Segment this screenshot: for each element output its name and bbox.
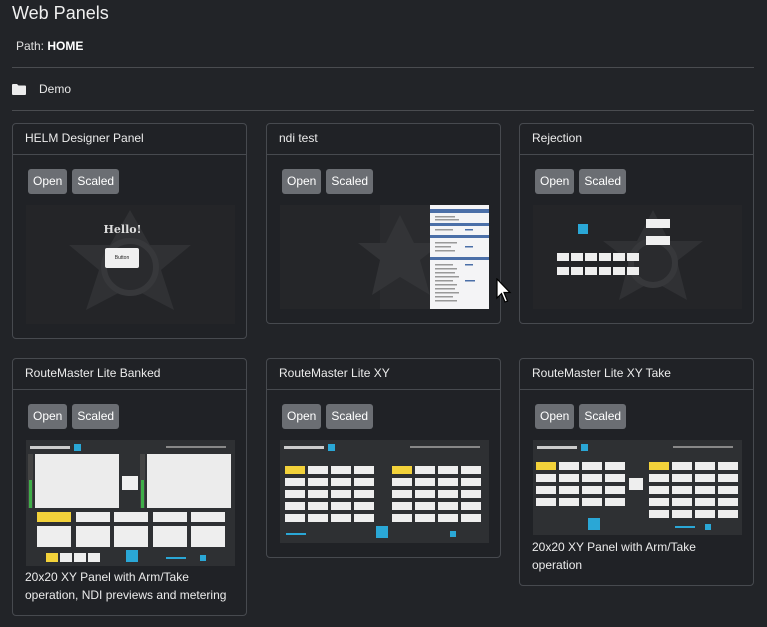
folder-demo[interactable]: Demo: [12, 80, 71, 98]
open-button[interactable]: Open: [28, 169, 68, 194]
open-button[interactable]: Open: [28, 404, 68, 429]
scaled-button[interactable]: Scaled: [579, 404, 627, 429]
open-button[interactable]: Open: [282, 404, 322, 429]
panel-title: RouteMaster Lite Banked: [13, 359, 246, 390]
panel-preview[interactable]: [280, 205, 489, 309]
panel-title: RouteMaster Lite XY: [267, 359, 500, 390]
panel-preview[interactable]: [533, 205, 742, 309]
ndi-properties-preview-icon: [280, 205, 489, 309]
folder-icon: [12, 84, 26, 95]
open-button[interactable]: Open: [535, 169, 575, 194]
preview-heading: Hello!: [103, 223, 142, 236]
panel-card: ndi test Open Scaled: [266, 123, 501, 324]
mouse-cursor-icon: [496, 278, 512, 303]
routemaster-xy-take-preview-icon: [533, 440, 742, 535]
routemaster-banked-preview-icon: [26, 440, 235, 566]
scaled-button[interactable]: Scaled: [72, 169, 120, 194]
panel-description: 20x20 XY Panel with Arm/Take operation, …: [25, 570, 227, 602]
panel-description: 20x20 XY Panel with Arm/Take operation: [532, 540, 696, 572]
panel-preview[interactable]: Hello! Button: [26, 205, 235, 324]
scaled-button[interactable]: Scaled: [72, 404, 120, 429]
folder-label: Demo: [39, 82, 72, 96]
panel-card: HELM Designer Panel Open Scaled Hello! B…: [12, 123, 247, 339]
panel-card: RouteMaster Lite XY Open Scaled: [266, 358, 501, 558]
scaled-button[interactable]: Scaled: [579, 169, 627, 194]
breadcrumb: Path: HOME: [16, 39, 83, 53]
path-label: Path:: [16, 39, 45, 53]
panel-title: Rejection: [520, 124, 753, 155]
preview-button: Button: [105, 248, 139, 268]
open-button[interactable]: Open: [282, 169, 322, 194]
panel-card: RouteMaster Lite XY Take Open Scaled 20x…: [519, 358, 754, 586]
divider: [12, 110, 754, 111]
routemaster-xy-preview-icon: [280, 440, 489, 543]
panel-preview[interactable]: [26, 440, 235, 566]
rejection-preview-icon: [533, 205, 742, 309]
panel-title: HELM Designer Panel: [13, 124, 246, 155]
panel-preview[interactable]: [280, 440, 489, 543]
open-button[interactable]: Open: [535, 404, 575, 429]
path-home[interactable]: HOME: [47, 39, 83, 53]
panel-card: RouteMaster Lite Banked Open Scaled 20x2…: [12, 358, 247, 616]
scaled-button[interactable]: Scaled: [326, 404, 374, 429]
scaled-button[interactable]: Scaled: [326, 169, 374, 194]
panel-title: RouteMaster Lite XY Take: [520, 359, 753, 390]
page-title: Web Panels: [12, 3, 109, 23]
panel-title: ndi test: [267, 124, 500, 155]
divider: [12, 67, 754, 68]
panel-preview[interactable]: [533, 440, 742, 535]
panel-card: Rejection Open Scaled: [519, 123, 754, 324]
